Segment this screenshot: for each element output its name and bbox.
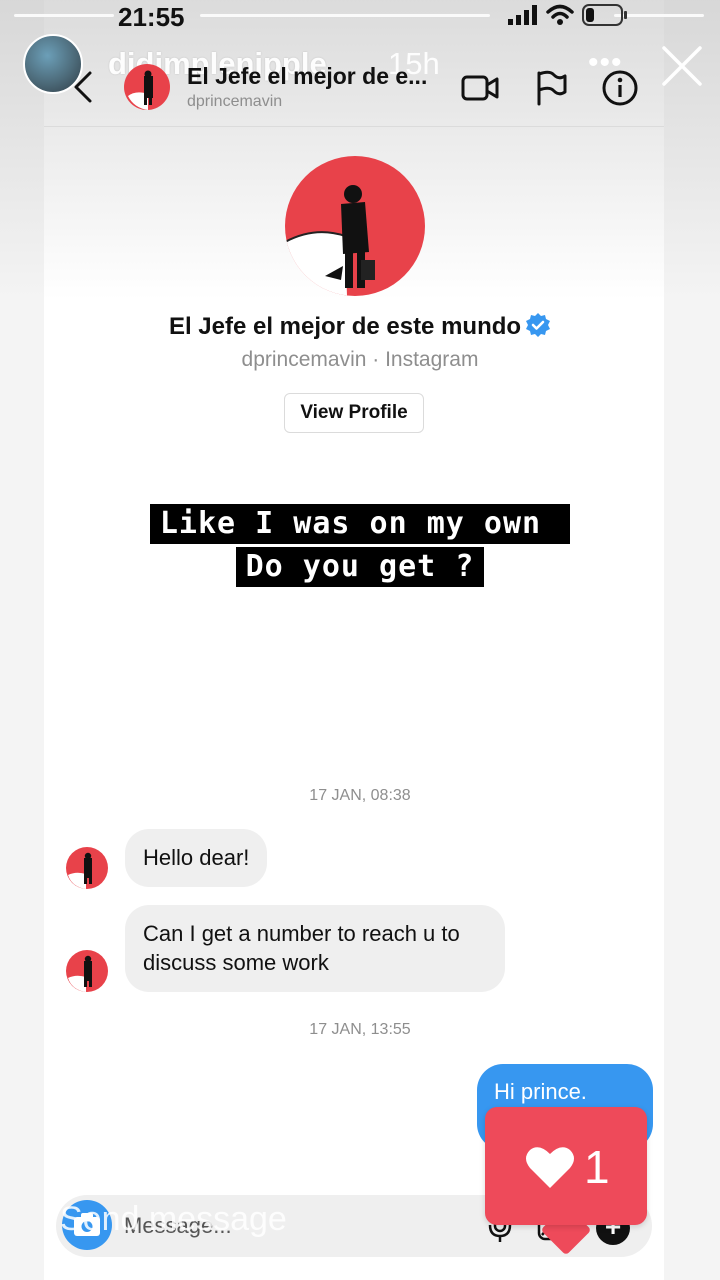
story-caption-line-2-row: Do you get ?	[0, 547, 720, 587]
story-progress-bar	[200, 14, 490, 17]
message-bubble-incoming[interactable]: Hello dear!	[125, 829, 268, 887]
story-caption-line-1: Like I was on my own	[149, 504, 571, 544]
message-bubble-incoming[interactable]: Can I get a number to reach u to discuss…	[125, 905, 505, 992]
status-time: 21:55	[118, 2, 185, 32]
profile-avatar[interactable]	[285, 156, 425, 296]
header-divider	[44, 126, 664, 127]
verified-badge-icon	[526, 313, 551, 337]
profile-name-row: El Jefe el mejor de este mundo	[0, 312, 720, 341]
view-profile-button[interactable]: View Profile	[284, 393, 424, 433]
dm-title[interactable]: El Jefe el mejor de e...	[187, 63, 427, 90]
dm-handle: dprincemavin	[187, 93, 283, 110]
chat-timestamp: 17 JAN, 13:55	[309, 1021, 411, 1038]
chat-timestamp: 17 JAN, 08:38	[309, 787, 411, 804]
status-icons	[508, 2, 628, 28]
battery-icon	[582, 4, 627, 26]
signal-icon	[508, 5, 537, 25]
chat-avatar[interactable]	[66, 847, 108, 889]
send-message-overlay[interactable]: Send message	[60, 1200, 287, 1239]
story-caption-line-2: Do you get ?	[235, 547, 485, 587]
flag-icon[interactable]	[530, 68, 570, 108]
profile-name: El Jefe el mejor de este mundo	[168, 313, 522, 340]
back-chevron-icon[interactable]	[68, 70, 98, 104]
heart-icon	[526, 1147, 574, 1188]
dm-avatar[interactable]	[124, 64, 170, 110]
profile-subtitle: dprincemavin · Instagram	[241, 348, 479, 371]
story-progress-bar	[14, 14, 114, 17]
wifi-icon	[546, 4, 574, 25]
like-count: 1	[584, 1141, 610, 1193]
chat-avatar[interactable]	[66, 950, 108, 992]
video-call-icon[interactable]	[460, 68, 500, 108]
close-icon[interactable]	[660, 44, 704, 88]
story-caption-line-1-row: Like I was on my own	[0, 504, 720, 544]
info-icon[interactable]	[600, 68, 640, 108]
